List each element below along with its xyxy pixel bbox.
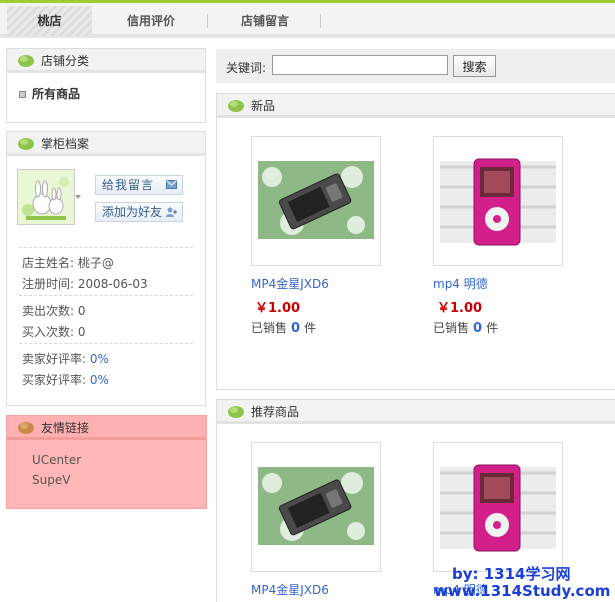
- product-name[interactable]: MP4金星JXD6: [251, 581, 329, 598]
- tree-icon: [18, 55, 34, 67]
- buyer-rate-label: 买家好评率:: [22, 373, 87, 387]
- friend-links-header: 友情链接: [7, 416, 206, 440]
- product-sold-count: 0: [291, 321, 301, 336]
- friend-links-panel: 友情链接 UCenter SupeV: [6, 415, 207, 509]
- divider: [19, 247, 193, 248]
- add-user-icon: [166, 207, 177, 217]
- tree-icon: [18, 138, 34, 150]
- friend-links-title: 友情链接: [41, 421, 90, 435]
- new-products-header: 新品: [217, 94, 615, 118]
- bought-count-row: 买入次数: 0: [22, 323, 86, 340]
- mp4-player-image: [258, 467, 374, 545]
- product-sold-label: 已销售: [251, 321, 288, 335]
- bought-count-value: 0: [77, 325, 86, 339]
- tab-shop-message-label: 店铺留言: [240, 14, 289, 28]
- tab-separator: [207, 14, 208, 28]
- profile-panel: 掌柜档案 给我留言 添加为好友 店主姓名: 桃子@ 注册时间: 2008-06-…: [6, 131, 206, 406]
- category-panel-title: 店铺分类: [41, 54, 90, 68]
- product-price: ￥1.00: [255, 301, 301, 316]
- envelope-icon: [166, 180, 177, 189]
- seller-rate-label: 卖家好评率:: [22, 352, 87, 366]
- search-label: 关键词:: [226, 61, 267, 75]
- seller-rate-row: 卖家好评率: 0%: [22, 350, 109, 367]
- add-friend-button[interactable]: 添加为好友: [95, 202, 183, 222]
- search-input[interactable]: [272, 55, 448, 75]
- seller-rate-value: 0%: [89, 352, 109, 366]
- product-sold: 已销售 0 件: [433, 319, 498, 336]
- link-supev[interactable]: SupeV: [32, 473, 70, 487]
- product-name[interactable]: mp4 明德: [433, 275, 488, 292]
- register-date: 2008-06-03: [77, 277, 148, 291]
- mp4-player-image: [440, 464, 556, 552]
- category-item-label: 所有商品: [32, 87, 81, 101]
- tab-credit-review[interactable]: 信用评价: [94, 6, 208, 36]
- header-shadow: [7, 437, 206, 440]
- profile-panel-title: 掌柜档案: [41, 137, 90, 151]
- owner-row: 店主姓名: 桃子@: [22, 254, 114, 271]
- bullet-icon: [19, 91, 26, 98]
- tree-icon: [228, 100, 244, 112]
- product-sold-count: 0: [473, 321, 483, 336]
- bought-count-label: 买入次数:: [22, 325, 75, 339]
- product-image-mingde[interactable]: [433, 136, 563, 266]
- header-shadow: [7, 70, 205, 73]
- mp4-player-image: [258, 161, 374, 239]
- sold-count-value: 0: [77, 304, 86, 318]
- product-price: ￥1.00: [437, 301, 483, 316]
- tab-shop[interactable]: 桃店: [7, 6, 92, 36]
- product-image-jxd6[interactable]: [251, 442, 381, 572]
- sold-count-row: 卖出次数: 0: [22, 302, 86, 319]
- header-shadow: [217, 115, 615, 118]
- divider: [19, 295, 193, 296]
- watermark-line1: by: 1314学习网: [452, 565, 571, 583]
- product-sold-unit: 件: [486, 321, 499, 335]
- category-item-all[interactable]: 所有商品: [19, 85, 80, 102]
- tree-icon: [18, 422, 34, 434]
- recommended-title: 推荐商品: [251, 405, 300, 419]
- product-name[interactable]: MP4金星JXD6: [251, 275, 329, 292]
- buyer-rate-row: 买家好评率: 0%: [22, 371, 109, 388]
- category-panel-header: 店铺分类: [7, 49, 205, 73]
- tree-icon: [228, 406, 244, 418]
- mp4-player-image: [440, 158, 556, 246]
- avatar[interactable]: [17, 169, 75, 225]
- profile-panel-header: 掌柜档案: [7, 132, 205, 156]
- top-nav: 桃店 信用评价 店铺留言: [0, 0, 615, 38]
- product-sold: 已销售 0 件: [251, 319, 316, 336]
- register-row: 注册时间: 2008-06-03: [22, 275, 148, 292]
- chevron-down-icon[interactable]: [75, 195, 81, 199]
- owner-name: 桃子@: [77, 256, 114, 270]
- category-panel: 店铺分类 所有商品: [6, 48, 206, 123]
- product-image-jxd6[interactable]: [251, 136, 381, 266]
- product-sold-unit: 件: [304, 321, 317, 335]
- register-label: 注册时间:: [22, 277, 75, 291]
- tab-shop-label: 桃店: [37, 14, 62, 28]
- tab-shop-message[interactable]: 店铺留言: [209, 6, 321, 36]
- tab-separator: [320, 14, 321, 28]
- new-products-title: 新品: [251, 99, 276, 113]
- link-ucenter[interactable]: UCenter: [32, 453, 81, 467]
- message-button[interactable]: 给我留言: [95, 175, 183, 195]
- watermark-line2: www.1314Study.com: [434, 582, 611, 600]
- search-button[interactable]: 搜索: [453, 55, 496, 77]
- avatar-image: [18, 170, 74, 224]
- sold-count-label: 卖出次数:: [22, 304, 75, 318]
- header-shadow: [217, 421, 615, 424]
- recommended-header: 推荐商品: [217, 400, 615, 424]
- tab-credit-review-label: 信用评价: [126, 14, 175, 28]
- divider: [19, 343, 193, 344]
- message-button-label: 给我留言: [102, 178, 155, 192]
- header-shadow: [7, 153, 205, 156]
- product-image-mingde[interactable]: [433, 442, 563, 572]
- buyer-rate-value: 0%: [89, 373, 109, 387]
- add-friend-button-label: 添加为好友: [102, 205, 163, 219]
- product-sold-label: 已销售: [433, 321, 470, 335]
- owner-label: 店主姓名:: [22, 256, 75, 270]
